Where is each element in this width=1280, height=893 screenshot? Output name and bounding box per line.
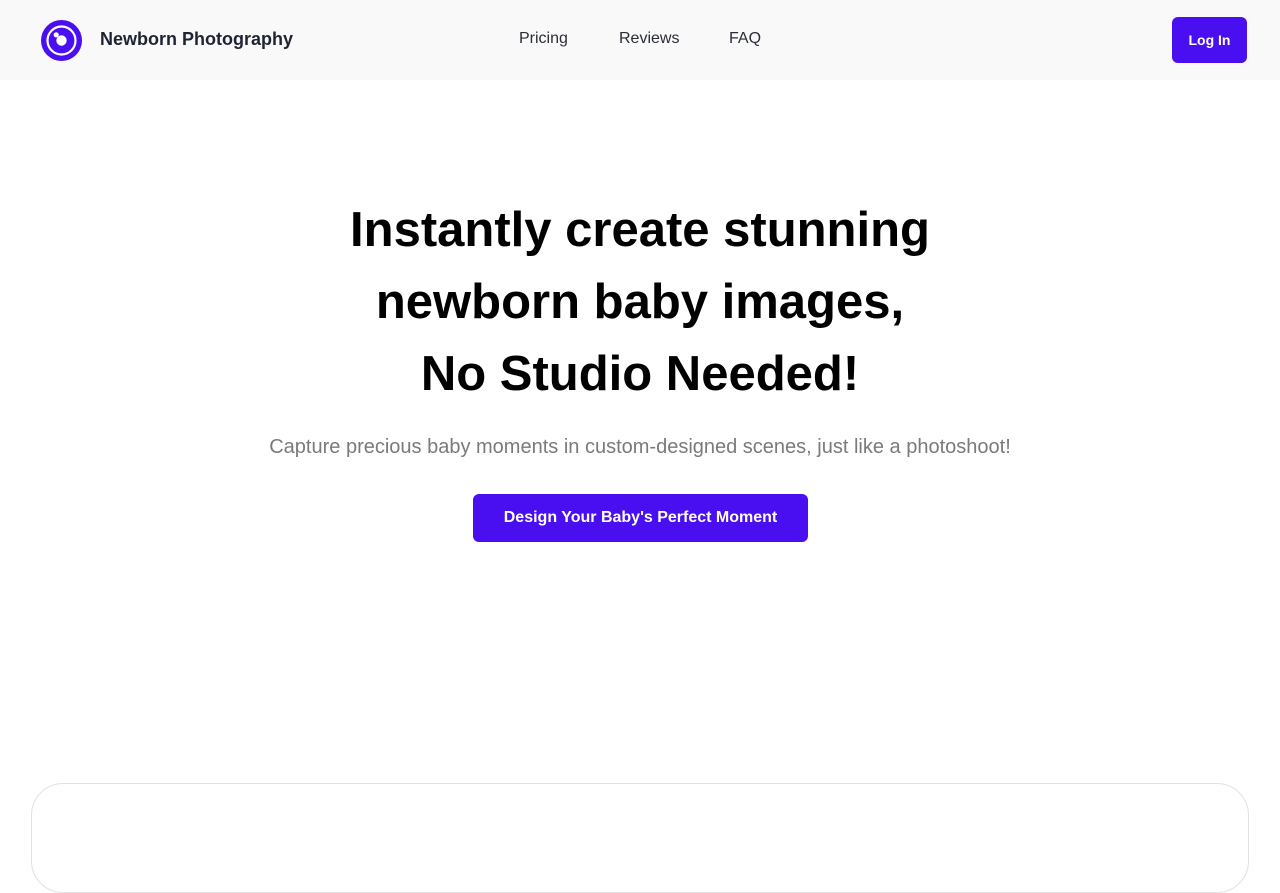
login-button[interactable]: Log In [1172, 17, 1247, 63]
nav-link-faq[interactable]: FAQ [729, 30, 761, 48]
top-header: Newborn Photography Pricing Reviews FAQ … [0, 0, 1280, 80]
brand-name[interactable]: Newborn Photography [100, 29, 293, 50]
hero-subtitle: Capture precious baby moments in custom-… [269, 436, 1011, 458]
content-card [31, 783, 1249, 893]
nav-link-pricing[interactable]: Pricing [519, 30, 568, 48]
hero-title: Instantly create stunning newborn baby i… [240, 194, 1040, 410]
hero-title-line: newborn baby images, [375, 275, 905, 329]
nav-link-reviews[interactable]: Reviews [619, 30, 679, 48]
design-moment-button[interactable]: Design Your Baby's Perfect Moment [473, 494, 808, 542]
hero-title-line: No Studio Needed! [420, 347, 860, 401]
hero-title-line: Instantly create stunning [350, 203, 930, 257]
camera-lens-icon[interactable] [40, 19, 83, 62]
